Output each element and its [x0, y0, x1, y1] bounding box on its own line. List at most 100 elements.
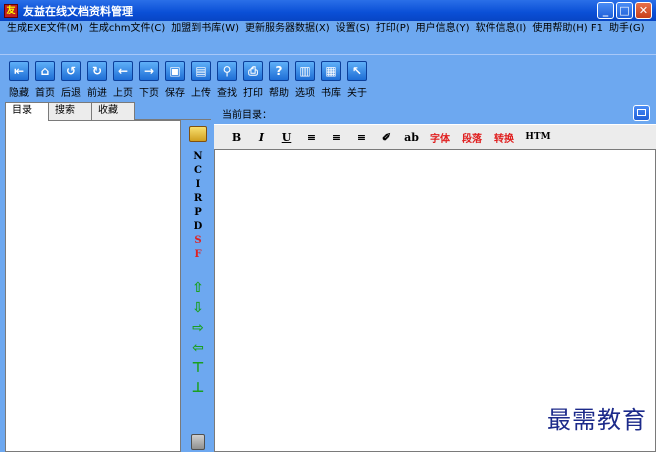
tool-label: 下页 — [139, 88, 159, 99]
tool-prev-page[interactable]: ← 上页 — [110, 61, 136, 100]
tool-label: 关于 — [347, 88, 367, 99]
window-controls: _ □ ✕ — [597, 2, 652, 19]
tool-help[interactable]: ? 帮助 — [266, 61, 292, 100]
html-button[interactable]: HTM — [520, 132, 556, 142]
minimize-icon: _ — [602, 4, 609, 17]
app-logo-icon: 友 — [4, 3, 18, 18]
tool-next-page[interactable]: → 下页 — [136, 61, 162, 100]
editor-area[interactable]: 最需教育 — [214, 149, 656, 452]
side-tool-p[interactable]: P — [189, 206, 207, 220]
move-bottom-icon[interactable]: ⊥ — [189, 378, 207, 398]
tool-upload[interactable]: ▤ 上传 — [188, 61, 214, 100]
tool-label: 保存 — [165, 88, 185, 99]
tool-label: 后退 — [61, 88, 81, 99]
tool-label: 书库 — [321, 88, 341, 99]
tab-search[interactable]: 搜索 — [48, 102, 92, 120]
tool-label: 选项 — [295, 88, 315, 99]
align-right-button[interactable]: ≡ — [349, 131, 374, 144]
move-right-icon[interactable]: ⇨ — [189, 318, 207, 338]
tool-home[interactable]: ⌂ 首页 — [32, 61, 58, 100]
tab-strip-fill — [134, 102, 211, 120]
upload-icon: ▤ — [191, 61, 211, 81]
convert-button[interactable]: 转换 — [488, 130, 520, 145]
menu-settings[interactable]: 设置(S) — [333, 22, 373, 36]
tool-label: 隐藏 — [9, 88, 29, 99]
menu-print[interactable]: 打印(P) — [373, 22, 413, 36]
brush-icon[interactable]: ✐ — [374, 131, 399, 144]
left-panel: 目录 搜索 收藏 N C I R P D S F ⇧ ⇩ ⇨ ⇦ ⊤ ⊥ — [5, 102, 211, 452]
bold-button[interactable]: B — [224, 131, 249, 144]
tool-forward[interactable]: ↻ 前进 — [84, 61, 110, 100]
menu-gen-chm[interactable]: 生成chm文件(C) — [86, 22, 168, 36]
tool-hide[interactable]: ⇤ 隐藏 — [6, 61, 32, 100]
trash-icon[interactable] — [191, 434, 205, 450]
side-tool-r[interactable]: R — [189, 192, 207, 206]
side-tool-f[interactable]: F — [189, 248, 207, 262]
tool-label: 查找 — [217, 88, 237, 99]
move-down-icon[interactable]: ⇩ — [189, 298, 207, 318]
tool-save[interactable]: ▣ 保存 — [162, 61, 188, 100]
paragraph-button[interactable]: 段落 — [456, 130, 488, 145]
save-icon: ▣ — [165, 61, 185, 81]
tool-options[interactable]: ▥ 选项 — [292, 61, 318, 100]
new-folder-icon[interactable] — [189, 126, 207, 142]
tool-print[interactable]: ⎙ 打印 — [240, 61, 266, 100]
tool-about[interactable]: ↖ 关于 — [344, 61, 370, 100]
library-icon: ▦ — [321, 61, 341, 81]
close-button[interactable]: ✕ — [635, 2, 652, 19]
side-tool-c[interactable]: C — [189, 164, 207, 178]
left-tabs: 目录 搜索 收藏 — [5, 102, 211, 121]
restore-icon — [637, 109, 646, 116]
tool-find[interactable]: ⚲ 查找 — [214, 61, 240, 100]
home-icon: ⌂ — [35, 61, 55, 81]
menu-update-server[interactable]: 更新服务器数据(X) — [242, 22, 333, 36]
watermark: 最需教育 — [547, 406, 647, 434]
tab-favorites[interactable]: 收藏 — [91, 102, 135, 120]
forward-icon: ↻ — [87, 61, 107, 81]
toolbar: ⇤ 隐藏 ⌂ 首页 ↺ 后退 ↻ 前进 ← 上页 → 下页 ▣ 保存 ▤ 上传 ⚲ 查找 ⎙ 打印 … — [0, 54, 656, 100]
next-page-icon: → — [139, 61, 159, 81]
font-button[interactable]: 字体 — [424, 130, 456, 145]
maximize-icon: □ — [619, 4, 630, 17]
menu-gen-exe[interactable]: 生成EXE文件(M) — [4, 22, 86, 36]
help-icon: ? — [269, 61, 289, 81]
maximize-button[interactable]: □ — [616, 2, 633, 19]
menu-bar: 生成EXE文件(M) 生成chm文件(C) 加盟到书库(W) 更新服务器数据(X… — [0, 21, 656, 53]
close-icon: ✕ — [638, 4, 649, 17]
align-left-button[interactable]: ≡ — [299, 131, 324, 144]
restore-panel-button[interactable] — [633, 105, 650, 121]
hide-icon: ⇤ — [9, 61, 29, 81]
menu-assistant[interactable]: 助手(G) — [606, 22, 648, 36]
menu-software-info[interactable]: 软件信息(I) — [473, 22, 530, 36]
title-bar: 友 友益在线文档资料管理 _ □ ✕ — [0, 0, 656, 21]
underline-button[interactable]: U — [274, 131, 299, 144]
window-title: 友益在线文档资料管理 — [23, 4, 133, 18]
tool-label: 打印 — [243, 88, 263, 99]
menu-join-library[interactable]: 加盟到书库(W) — [168, 22, 242, 36]
tool-label: 帮助 — [269, 88, 289, 99]
tab-catalog[interactable]: 目录 — [5, 102, 49, 121]
side-tool-n[interactable]: N — [189, 150, 207, 164]
tool-library[interactable]: ▦ 书库 — [318, 61, 344, 100]
side-tool-s[interactable]: S — [189, 234, 207, 248]
tool-label: 首页 — [35, 88, 55, 99]
italic-button[interactable]: I — [249, 131, 274, 144]
move-up-icon[interactable]: ⇧ — [189, 278, 207, 298]
current-directory-label: 当前目录： — [222, 110, 272, 121]
right-panel: 当前目录： B I U ≡ ≡ ≡ ✐ ab 字体 段落 转换 HTM 最需教育 — [214, 102, 656, 452]
side-toolbar: N C I R P D S F ⇧ ⇩ ⇨ ⇦ ⊤ ⊥ — [185, 120, 211, 452]
menu-user-info[interactable]: 用户信息(Y) — [413, 22, 473, 36]
menu-help[interactable]: 使用帮助(H) F1 — [529, 22, 606, 36]
side-tool-d[interactable]: D — [189, 220, 207, 234]
move-left-icon[interactable]: ⇦ — [189, 338, 207, 358]
move-top-icon[interactable]: ⊤ — [189, 358, 207, 378]
replace-icon[interactable]: ab — [399, 131, 424, 144]
back-icon: ↺ — [61, 61, 81, 81]
minimize-button[interactable]: _ — [597, 2, 614, 19]
catalog-tree[interactable] — [5, 120, 181, 452]
side-tool-i[interactable]: I — [189, 178, 207, 192]
tool-back[interactable]: ↺ 后退 — [58, 61, 84, 100]
options-icon: ▥ — [295, 61, 315, 81]
align-center-button[interactable]: ≡ — [324, 131, 349, 144]
find-icon: ⚲ — [217, 61, 237, 81]
